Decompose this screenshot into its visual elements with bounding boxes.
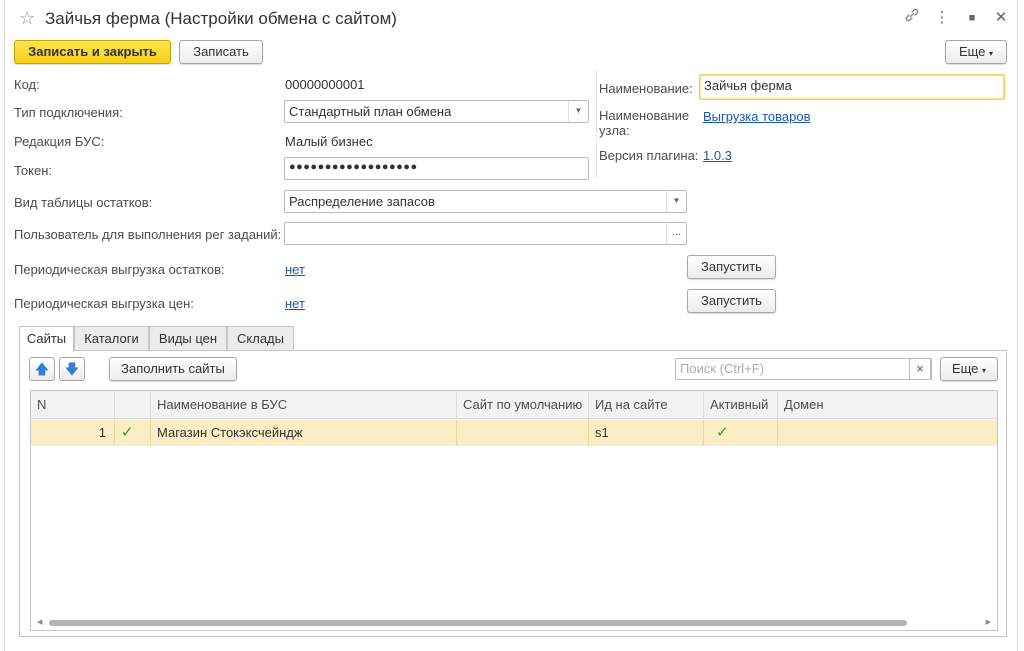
plugin-version-link[interactable]: 1.0.3: [703, 148, 732, 163]
chevron-down-icon: ▾: [982, 366, 987, 375]
column-header-check[interactable]: [115, 391, 151, 419]
periodic-stock-label: Периодическая выгрузка остатков:: [14, 262, 225, 277]
arrow-up-icon[interactable]: 🡅: [29, 357, 55, 381]
save-and-close-button[interactable]: Записать и закрыть: [14, 40, 171, 64]
search-input[interactable]: Поиск (Ctrl+F): [675, 358, 932, 380]
bus-edition-label: Редакция БУС:: [14, 134, 105, 149]
panel-more-label: Еще: [951, 361, 979, 376]
horizontal-scrollbar[interactable]: ◀ ▶: [37, 618, 991, 628]
fill-sites-button[interactable]: Заполнить сайты: [109, 357, 237, 381]
periodic-prices-label: Периодическая выгрузка цен:: [14, 296, 194, 311]
search-placeholder: Поиск (Ctrl+F): [680, 361, 765, 376]
tab-price-types[interactable]: Виды цен: [149, 326, 227, 351]
chevron-down-icon[interactable]: ▼: [568, 101, 588, 122]
column-header-name[interactable]: Наименование в БУС: [151, 391, 457, 419]
token-field[interactable]: ●●●●●●●●●●●●●●●●●●: [284, 157, 589, 180]
row-domain[interactable]: [778, 420, 997, 446]
stock-table-value: Распределение запасов: [289, 194, 435, 209]
row-checkbox[interactable]: ✓: [115, 420, 151, 446]
row-n[interactable]: 1: [31, 420, 115, 446]
column-header-site-id[interactable]: Ид на сайте: [589, 391, 704, 419]
row-name[interactable]: Магазин Стокэксчейндж: [151, 420, 457, 446]
periodic-stock-link[interactable]: нет: [285, 262, 305, 277]
node-name-label-line2: узла:: [599, 123, 630, 138]
scrollbar-thumb[interactable]: [49, 620, 907, 626]
scroll-right-icon[interactable]: ▶: [986, 618, 991, 626]
sites-table: N Наименование в БУС Сайт по умолчанию И…: [30, 390, 998, 631]
code-label: Код:: [14, 77, 40, 92]
name-label: Наименование:: [599, 81, 693, 96]
tab-sites[interactable]: Сайты: [19, 326, 74, 352]
connection-type-label: Тип подключения:: [14, 105, 123, 120]
tab-warehouses[interactable]: Склады: [227, 326, 294, 351]
code-value: 00000000001: [285, 77, 365, 92]
save-button[interactable]: Записать: [179, 40, 263, 64]
plugin-version-label: Версия плагина:: [599, 148, 699, 163]
column-header-default-site[interactable]: Сайт по умолчанию: [457, 391, 589, 419]
connection-type-value: Стандартный план обмена: [289, 104, 452, 119]
more-button[interactable]: Еще ▾: [945, 40, 1007, 64]
run-prices-button[interactable]: Запустить: [687, 289, 776, 313]
kebab-icon[interactable]: ⋮: [931, 7, 953, 29]
chevron-down-icon[interactable]: ▼: [666, 191, 686, 212]
chevron-down-icon: ▾: [989, 49, 994, 58]
column-header-domain[interactable]: Домен: [778, 391, 997, 419]
node-name-label-line1: Наименование: [599, 108, 690, 123]
token-label: Токен:: [14, 163, 53, 178]
column-divider: [596, 70, 597, 178]
tab-catalogs[interactable]: Каталоги: [74, 326, 149, 351]
user-field[interactable]: ...: [284, 222, 687, 245]
stock-table-label: Вид таблицы остатков:: [14, 195, 153, 210]
scroll-left-icon[interactable]: ◀: [37, 618, 42, 626]
link-icon[interactable]: [901, 7, 923, 29]
row-site-id[interactable]: s1: [589, 420, 704, 446]
user-label: Пользователь для выполнения рег заданий:: [14, 227, 282, 242]
node-name-link[interactable]: Выгрузка товаров: [703, 109, 811, 124]
name-field[interactable]: Зайчья ферма: [699, 74, 1005, 100]
row-active[interactable]: ✓: [704, 420, 778, 446]
search-clear-button[interactable]: ×: [909, 358, 931, 380]
bus-edition-value: Малый бизнес: [285, 134, 373, 149]
settings-window: ☆ Зайчья ферма (Настройки обмена с сайто…: [4, 0, 1018, 651]
column-header-active[interactable]: Активный: [704, 391, 778, 419]
column-header-n[interactable]: N: [31, 391, 115, 419]
user-select-button[interactable]: ...: [666, 223, 686, 244]
arrow-down-icon[interactable]: 🡇: [59, 357, 85, 381]
close-icon[interactable]: ✕: [990, 7, 1012, 29]
run-stock-button[interactable]: Запустить: [687, 255, 776, 279]
stock-table-select[interactable]: Распределение запасов ▼: [284, 190, 687, 213]
panel-more-button[interactable]: Еще ▾: [940, 357, 998, 381]
star-icon[interactable]: ☆: [19, 8, 35, 29]
window-title: Зайчья ферма (Настройки обмена с сайтом): [45, 9, 397, 28]
more-label: Еще: [958, 44, 986, 59]
row-default-site[interactable]: [457, 420, 589, 446]
connection-type-select[interactable]: Стандартный план обмена ▼: [284, 100, 589, 123]
periodic-prices-link[interactable]: нет: [285, 296, 305, 311]
sites-panel: 🡅 🡇 Заполнить сайты Поиск (Ctrl+F) × Еще…: [19, 350, 1007, 637]
maximize-icon[interactable]: ■: [961, 7, 983, 29]
